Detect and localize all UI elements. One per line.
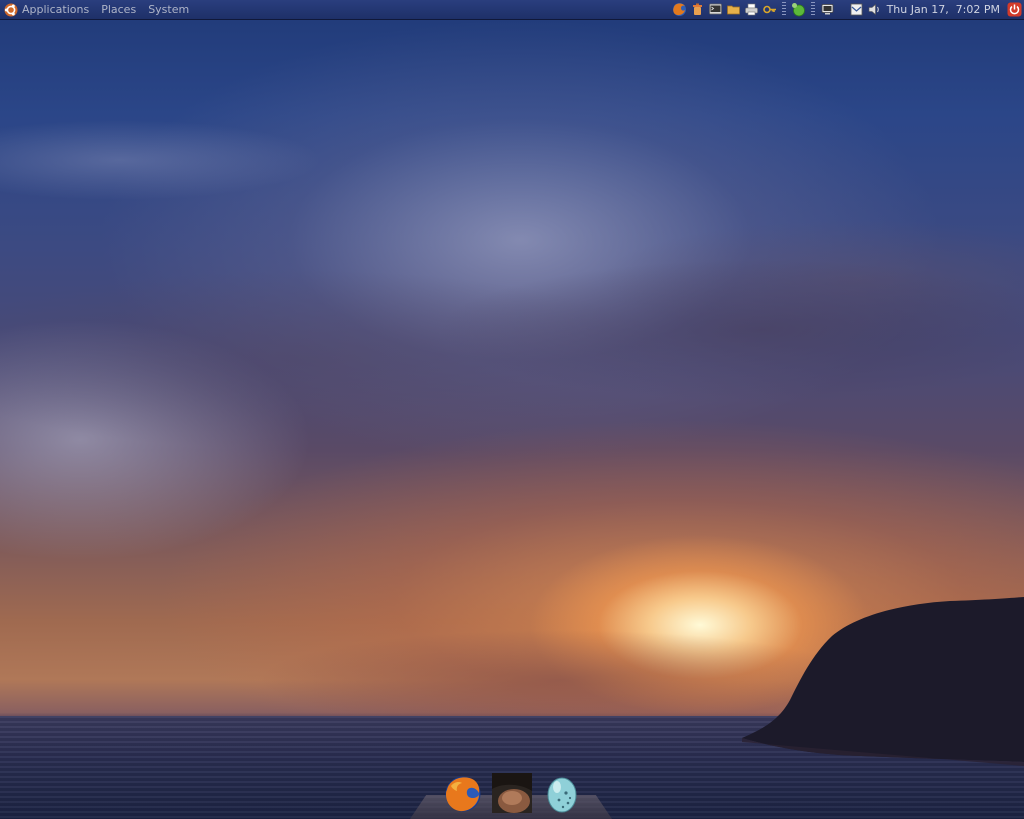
panel-drag-handle-2[interactable] [810, 2, 815, 17]
keys-icon[interactable] [762, 2, 777, 17]
applications-menu[interactable]: Applications [4, 0, 89, 19]
power-icon[interactable] [1007, 2, 1022, 17]
system-menu[interactable]: System [148, 0, 189, 19]
trash-icon[interactable] [690, 2, 705, 17]
places-menu[interactable]: Places [101, 0, 136, 19]
headland-silhouette [742, 597, 1024, 766]
applications-menu-label: Applications [22, 3, 90, 16]
dock-user-photo[interactable] [492, 773, 532, 813]
desktop-wallpaper [0, 0, 1024, 819]
printer-icon[interactable] [744, 2, 759, 17]
terminal-icon[interactable] [708, 2, 723, 17]
folder-icon[interactable] [726, 2, 741, 17]
dock [442, 771, 582, 813]
panel-tray: Thu Jan 17, 7:02 PM [672, 0, 1022, 19]
volume-icon[interactable] [867, 2, 882, 17]
ubuntu-logo-icon [4, 3, 18, 17]
panel-clock[interactable]: Thu Jan 17, 7:02 PM [887, 3, 1000, 16]
mail-icon[interactable] [849, 2, 864, 17]
network-status-icon[interactable] [791, 2, 806, 17]
main-menu-bar: Applications Places System [4, 0, 189, 19]
dock-egg-icon[interactable] [542, 773, 582, 813]
dock-firefox-icon[interactable] [442, 773, 482, 813]
firefox-icon[interactable] [672, 2, 687, 17]
display-icon[interactable] [820, 2, 835, 17]
panel-drag-handle[interactable] [781, 2, 786, 17]
top-panel: Applications Places System Thu Jan 17, 7… [0, 0, 1024, 20]
